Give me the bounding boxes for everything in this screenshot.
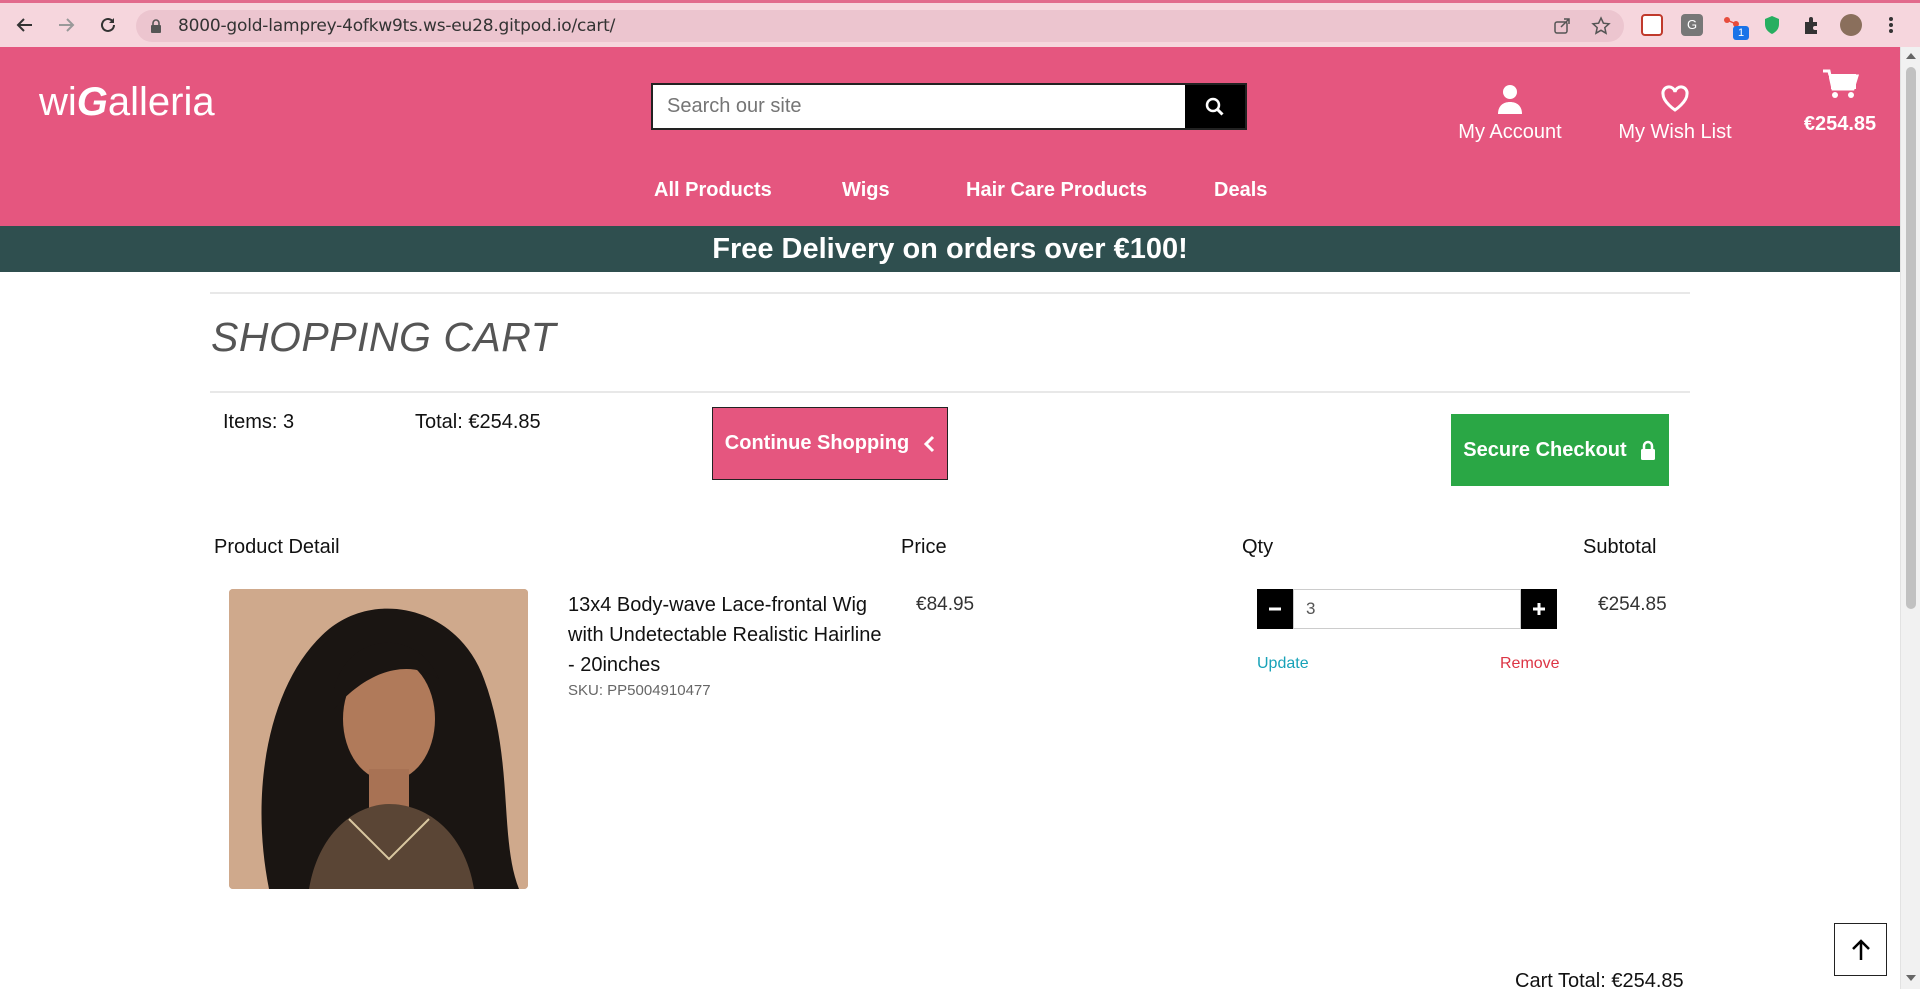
- nav-hair-care-products[interactable]: Hair Care Products: [966, 179, 1147, 202]
- search-button[interactable]: [1185, 85, 1245, 128]
- logo-prefix: wi: [39, 80, 77, 124]
- scrollbar-thumb[interactable]: [1906, 67, 1916, 609]
- browser-toolbar: 8000-gold-lamprey-4ofkw9ts.ws-eu28.gitpo…: [0, 0, 1920, 47]
- kebab-menu-icon[interactable]: [1880, 14, 1902, 36]
- search-input[interactable]: [653, 85, 1185, 128]
- product-subtotal: €254.85: [1598, 594, 1667, 615]
- secure-checkout-button[interactable]: Secure Checkout: [1451, 414, 1669, 486]
- promo-banner: Free Delivery on orders over €100!: [0, 226, 1900, 272]
- quantity-input[interactable]: [1293, 589, 1521, 629]
- scroll-up-arrow[interactable]: [1906, 53, 1916, 59]
- my-account-link[interactable]: My Account: [1455, 83, 1565, 144]
- back-to-top-button[interactable]: [1834, 923, 1887, 976]
- lock-icon: [1640, 440, 1655, 460]
- page-title: SHOPPING CART: [211, 314, 557, 360]
- secure-checkout-label: Secure Checkout: [1463, 438, 1627, 461]
- cart-total-label: €254.85: [1803, 113, 1877, 135]
- puzzle-extensions-icon[interactable]: [1801, 14, 1823, 36]
- search-form: [651, 83, 1247, 130]
- url-text: 8000-gold-lamprey-4ofkw9ts.ws-eu28.gitpo…: [178, 16, 616, 36]
- site-header: wiGalleria My Account My Wish List 3 €25…: [0, 47, 1900, 226]
- minus-icon: [1269, 607, 1281, 611]
- items-count: Items: 3: [223, 411, 295, 433]
- promo-text: Free Delivery on orders over €100!: [712, 233, 1188, 265]
- continue-shopping-label: Continue Shopping: [724, 432, 910, 454]
- column-header-subtotal: Subtotal: [1583, 536, 1657, 558]
- column-header-product: Product Detail: [214, 536, 340, 558]
- quantity-stepper: [1257, 589, 1557, 629]
- profile-avatar[interactable]: [1840, 14, 1862, 36]
- back-icon[interactable]: [12, 12, 38, 38]
- increment-button[interactable]: [1521, 589, 1557, 629]
- cart-icon: 3: [1785, 67, 1895, 107]
- arrow-up-icon: [1851, 938, 1870, 960]
- remove-link[interactable]: Remove: [1500, 655, 1560, 673]
- product-image[interactable]: [229, 589, 528, 889]
- site-logo[interactable]: wiGalleria: [39, 80, 215, 125]
- decrement-button[interactable]: [1257, 589, 1293, 629]
- bookmark-star-icon[interactable]: [1591, 16, 1611, 36]
- share-icon[interactable]: [1552, 16, 1572, 36]
- reload-icon[interactable]: [95, 12, 121, 38]
- product-name[interactable]: 13x4 Body-wave Lace-frontal Wig with Und…: [568, 590, 888, 680]
- logo-suffix: alleria: [107, 80, 215, 124]
- plus-icon: [1533, 603, 1545, 615]
- cart-link[interactable]: 3 €254.85: [1785, 67, 1895, 136]
- my-wishlist-link[interactable]: My Wish List: [1615, 83, 1735, 144]
- update-link[interactable]: Update: [1257, 655, 1309, 673]
- shield-extension-icon[interactable]: [1641, 14, 1663, 36]
- forward-icon[interactable]: [53, 12, 79, 38]
- address-bar[interactable]: 8000-gold-lamprey-4ofkw9ts.ws-eu28.gitpo…: [136, 10, 1624, 42]
- divider: [210, 292, 1690, 294]
- chevron-left-icon: [924, 435, 935, 452]
- page-scrollbar[interactable]: [1900, 47, 1920, 989]
- scroll-down-arrow[interactable]: [1906, 975, 1916, 981]
- continue-shopping-button[interactable]: Continue Shopping: [712, 407, 948, 480]
- nav-all-products[interactable]: All Products: [654, 179, 772, 202]
- grammar-extension-icon[interactable]: G: [1681, 14, 1703, 36]
- divider: [210, 391, 1690, 393]
- user-icon: [1455, 83, 1565, 115]
- lock-icon: [150, 19, 162, 38]
- extension-badge: 1: [1733, 26, 1749, 40]
- column-header-qty: Qty: [1242, 536, 1274, 558]
- nav-wigs[interactable]: Wigs: [842, 179, 890, 202]
- my-wishlist-label: My Wish List: [1618, 121, 1732, 143]
- network-extension-icon[interactable]: 1: [1721, 14, 1749, 40]
- cart-grand-total: Cart Total: €254.85: [1515, 970, 1684, 992]
- shield-green-icon[interactable]: [1761, 14, 1783, 36]
- cart-summary-total: Total: €254.85: [415, 411, 541, 433]
- search-icon: [1205, 97, 1224, 116]
- column-header-price: Price: [901, 536, 947, 558]
- my-account-label: My Account: [1458, 121, 1562, 143]
- cart-count-badge: 3: [1823, 72, 1830, 86]
- heart-icon: [1615, 83, 1735, 115]
- logo-g: G: [76, 80, 108, 124]
- nav-deals[interactable]: Deals: [1214, 179, 1267, 202]
- product-price: €84.95: [916, 594, 975, 615]
- product-sku: SKU: PP5004910477: [568, 682, 711, 699]
